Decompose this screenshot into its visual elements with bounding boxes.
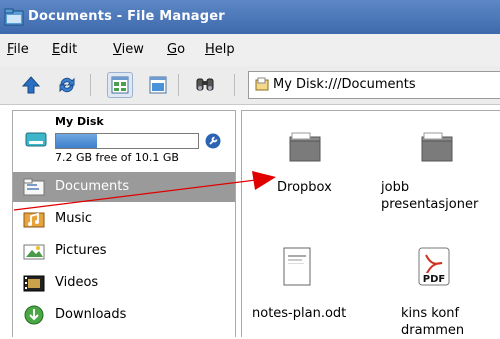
sidebar-item-documents[interactable]: Documents: [13, 172, 235, 202]
sidebar-item-downloads[interactable]: Downloads: [13, 300, 235, 330]
pictures-folder-icon: [23, 244, 45, 260]
menu-view[interactable]: View: [113, 42, 144, 57]
videos-folder-icon: [23, 275, 45, 292]
toolbar-separator: [90, 74, 91, 96]
pdf-document-icon: PDF: [418, 247, 450, 286]
folder-icon: [289, 132, 321, 162]
icon-view-icon: [111, 76, 129, 94]
wrench-icon[interactable]: [205, 133, 221, 149]
title-bar: Documents - File Manager: [0, 0, 500, 34]
toolbar-separator: [234, 74, 235, 96]
toolbar-separator: [178, 74, 179, 96]
documents-folder-icon: [23, 178, 45, 196]
sidebar-item-label: Documents: [55, 179, 130, 194]
file-name-line2: drammen: [401, 323, 465, 338]
file-view: Dropbox jobb presentasjoner notes-plan.o…: [241, 110, 500, 338]
music-folder-icon: [23, 212, 45, 228]
file-manager-icon: [4, 8, 24, 26]
location-text: My Disk:///Documents: [273, 77, 416, 92]
sidebar-item-label: Pictures: [55, 243, 107, 258]
find-button[interactable]: [192, 72, 218, 98]
menu-go[interactable]: Go: [167, 42, 185, 57]
hard-disk-icon: [25, 132, 47, 147]
sidebar-item-label: Downloads: [55, 307, 127, 322]
menu-bar: File Edit View Go Help: [0, 34, 500, 67]
menu-edit[interactable]: Edit: [52, 42, 77, 57]
file-item-notes-plan[interactable]: notes-plan.odt: [250, 247, 370, 337]
sidebar-item-label: Videos: [55, 275, 99, 290]
toolbar: My Disk:///Documents: [0, 66, 500, 105]
menu-file[interactable]: File: [7, 42, 29, 57]
disk-entry[interactable]: My Disk 7.2 GB free of 10.1 GB: [13, 111, 235, 167]
folder-location-icon: [255, 77, 269, 91]
up-button[interactable]: [18, 72, 44, 98]
detail-view-icon: [149, 76, 167, 94]
file-name-line2: presentasjoner: [381, 197, 479, 212]
file-item-kins-konf-drammen[interactable]: PDF kins konf drammen: [378, 247, 500, 338]
sidebar-item-videos[interactable]: Videos: [13, 268, 235, 298]
menu-help[interactable]: Help: [205, 42, 235, 57]
refresh-icon: [59, 77, 75, 93]
file-name-line1: kins konf: [401, 306, 460, 321]
file-item-jobb-presentasjoner[interactable]: jobb presentasjoner: [378, 127, 500, 227]
disk-usage-fill: [56, 134, 98, 148]
file-item-dropbox[interactable]: Dropbox: [274, 127, 354, 207]
refresh-button[interactable]: [54, 72, 80, 98]
folder-icon: [421, 132, 453, 162]
sidebar-item-music[interactable]: Music: [13, 204, 235, 234]
downloads-folder-icon: [24, 305, 44, 325]
icon-view-button[interactable]: [107, 72, 133, 98]
file-name-line1: jobb: [381, 180, 410, 195]
location-bar[interactable]: My Disk:///Documents: [248, 71, 500, 99]
disk-free-text: 7.2 GB free of 10.1 GB: [55, 151, 179, 164]
sidebar-item-pictures[interactable]: Pictures: [13, 236, 235, 266]
file-name: Dropbox: [277, 180, 332, 195]
up-arrow-icon: [21, 76, 41, 94]
text-document-icon: [283, 247, 311, 286]
window-title: Documents - File Manager: [28, 9, 225, 24]
find-icon: [196, 78, 214, 91]
svg-text:PDF: PDF: [423, 274, 445, 285]
detail-view-button[interactable]: [145, 72, 171, 98]
sidebar-item-label: Music: [55, 211, 92, 226]
file-name: notes-plan.odt: [252, 306, 347, 321]
disk-usage-bar: [55, 133, 199, 149]
disk-name: My Disk: [55, 115, 104, 128]
sidebar: My Disk 7.2 GB free of 10.1 GB Documents…: [12, 110, 236, 337]
